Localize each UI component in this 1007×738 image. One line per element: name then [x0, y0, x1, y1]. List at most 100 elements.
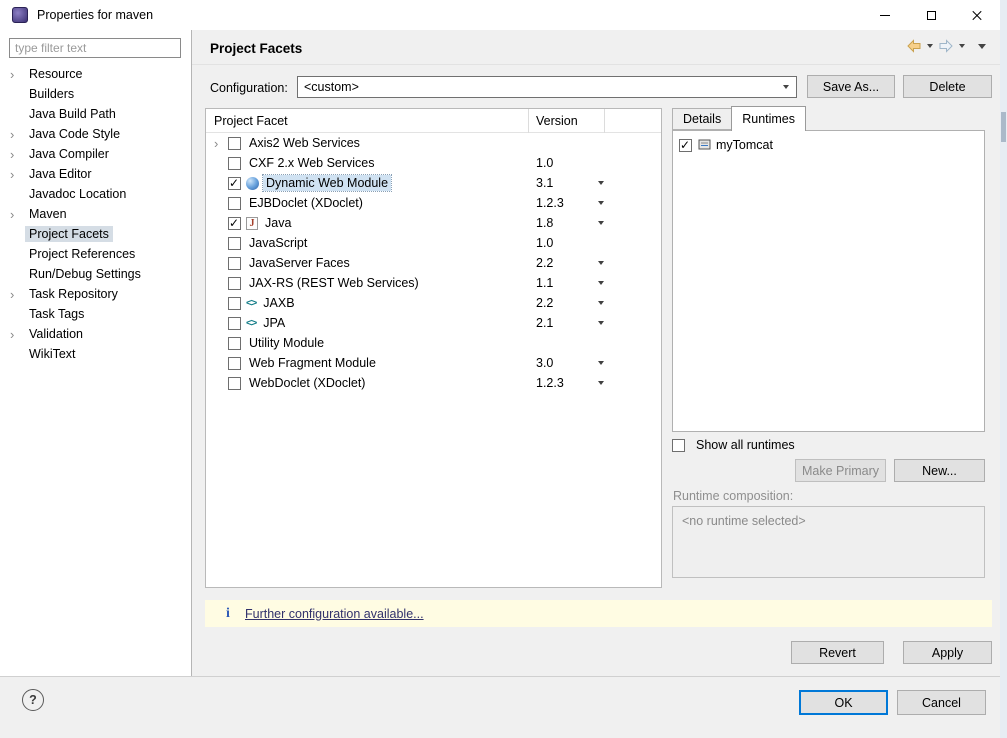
runtime-item-mytomcat[interactable]: myTomcat [673, 135, 984, 155]
no-runtime-selected-text: <no runtime selected> [682, 514, 806, 528]
column-header-version[interactable]: Version [536, 114, 578, 128]
forward-arrow-icon[interactable] [938, 39, 954, 53]
minimize-icon [880, 14, 890, 16]
tab-runtimes[interactable]: Runtimes [731, 106, 807, 131]
version-dropdown-icon[interactable] [598, 281, 604, 285]
chevron-right-icon[interactable]: › [10, 328, 25, 341]
minimize-button[interactable] [862, 0, 908, 30]
facet-checkbox[interactable] [228, 136, 241, 150]
show-all-runtimes[interactable]: Show all runtimes [672, 438, 795, 452]
facet-row-webdoclet[interactable]: WebDoclet (XDoclet) 1.2.3 [206, 373, 661, 393]
version-dropdown-icon[interactable] [598, 361, 604, 365]
column-header-project-facet[interactable]: Project Facet [214, 114, 288, 128]
sidebar-item-java-editor[interactable]: › Java Editor [0, 164, 190, 184]
version-dropdown-icon[interactable] [598, 181, 604, 185]
facet-row-axis2-web-services[interactable]: › Axis2 Web Services [206, 133, 661, 153]
sidebar-item-run-debug-settings[interactable]: Run/Debug Settings [0, 264, 190, 284]
facet-checkbox[interactable] [228, 296, 241, 310]
chevron-right-icon[interactable]: › [10, 128, 25, 141]
sidebar-item-task-repository[interactable]: › Task Repository [0, 284, 190, 304]
sidebar-item-javadoc-location[interactable]: Javadoc Location [0, 184, 190, 204]
version-dropdown-icon[interactable] [598, 261, 604, 265]
facet-version: 1.1 [536, 276, 554, 290]
facet-checkbox[interactable] [228, 276, 241, 290]
facet-checkbox[interactable] [228, 196, 241, 210]
show-all-runtimes-checkbox[interactable] [672, 438, 685, 452]
facet-row-ejbdoclet[interactable]: EJBDoclet (XDoclet) 1.2.3 [206, 193, 661, 213]
dialog-footer: OK Cancel [0, 676, 1000, 738]
new-runtime-button[interactable]: New... [894, 459, 985, 482]
chevron-right-icon[interactable]: › [10, 168, 25, 181]
sidebar-item-task-tags[interactable]: Task Tags [0, 304, 190, 324]
sidebar-item-java-compiler[interactable]: › Java Compiler [0, 144, 190, 164]
tab-details[interactable]: Details [672, 108, 733, 130]
facet-row-dynamic-web-module[interactable]: Dynamic Web Module 3.1 [206, 173, 661, 193]
chevron-right-icon[interactable]: › [10, 68, 25, 81]
maximize-icon [926, 10, 936, 20]
jpa-icon [246, 317, 256, 329]
sidebar-item-java-code-style[interactable]: › Java Code Style [0, 124, 190, 144]
sidebar-item-project-references[interactable]: Project References [0, 244, 190, 264]
facet-version: 1.2.3 [536, 196, 564, 210]
sidebar-item-validation[interactable]: › Validation [0, 324, 190, 344]
sidebar-item-wikitext[interactable]: WikiText [0, 344, 190, 364]
facet-row-jax-rs[interactable]: JAX-RS (REST Web Services) 1.1 [206, 273, 661, 293]
facet-row-javaserver-faces[interactable]: JavaServer Faces 2.2 [206, 253, 661, 273]
runtime-checkbox[interactable] [679, 138, 692, 152]
chevron-right-icon[interactable]: › [10, 148, 25, 161]
sidebar-item-maven[interactable]: › Maven [0, 204, 190, 224]
version-dropdown-icon[interactable] [598, 201, 604, 205]
ok-button[interactable]: OK [799, 690, 888, 715]
back-arrow-icon[interactable] [906, 39, 922, 53]
facet-checkbox[interactable] [228, 376, 241, 390]
maximize-button[interactable] [908, 0, 954, 30]
facet-row-cxf-web-services[interactable]: CXF 2.x Web Services 1.0 [206, 153, 661, 173]
apply-button[interactable]: Apply [903, 641, 992, 664]
facet-row-jpa[interactable]: JPA 2.1 [206, 313, 661, 333]
facet-row-javascript[interactable]: JavaScript 1.0 [206, 233, 661, 253]
info-icon [219, 606, 237, 622]
revert-button[interactable]: Revert [791, 641, 884, 664]
facet-checkbox[interactable] [228, 336, 241, 350]
configuration-select[interactable]: <custom> [297, 76, 797, 98]
runtime-list: myTomcat [672, 130, 985, 432]
sidebar-item-builders[interactable]: Builders [0, 84, 190, 104]
sidebar-item-java-build-path[interactable]: Java Build Path [0, 104, 190, 124]
facet-version: 3.0 [536, 356, 554, 370]
further-configuration-link[interactable]: Further configuration available... [245, 607, 424, 621]
sidebar-item-project-facets[interactable]: Project Facets [0, 224, 190, 244]
save-as-button[interactable]: Save As... [807, 75, 895, 98]
facet-checkbox[interactable] [228, 316, 241, 330]
facet-checkbox[interactable] [228, 156, 241, 170]
version-dropdown-icon[interactable] [598, 321, 604, 325]
make-primary-button[interactable]: Make Primary [795, 459, 886, 482]
facet-row-web-fragment-module[interactable]: Web Fragment Module 3.0 [206, 353, 661, 373]
facet-checkbox[interactable] [228, 176, 241, 190]
facet-row-jaxb[interactable]: JAXB 2.2 [206, 293, 661, 313]
back-history-dropdown-icon[interactable] [927, 44, 933, 48]
version-dropdown-icon[interactable] [598, 301, 604, 305]
view-menu-icon[interactable] [978, 43, 986, 49]
chevron-right-icon[interactable]: › [214, 137, 228, 150]
facet-row-java[interactable]: Java 1.8 [206, 213, 661, 233]
version-dropdown-icon[interactable] [598, 221, 604, 225]
facet-checkbox[interactable] [228, 256, 241, 270]
chevron-right-icon[interactable]: › [10, 288, 25, 301]
facet-checkbox[interactable] [228, 216, 241, 230]
version-dropdown-icon[interactable] [598, 381, 604, 385]
sidebar-item-label: Run/Debug Settings [29, 267, 141, 281]
close-button[interactable] [954, 0, 1000, 30]
facet-row-utility-module[interactable]: Utility Module [206, 333, 661, 353]
close-icon [971, 9, 983, 21]
main-panel: Project Facets Configuration: <custom> S… [192, 30, 1000, 676]
facet-checkbox[interactable] [228, 356, 241, 370]
delete-button[interactable]: Delete [903, 75, 992, 98]
cancel-button[interactable]: Cancel [897, 690, 986, 715]
forward-history-dropdown-icon[interactable] [959, 44, 965, 48]
help-icon[interactable] [22, 689, 44, 711]
sidebar-item-resource[interactable]: › Resource [0, 64, 190, 84]
facet-name: Utility Module [249, 336, 325, 350]
facet-checkbox[interactable] [228, 236, 241, 250]
filter-input[interactable] [9, 38, 181, 58]
chevron-right-icon[interactable]: › [10, 208, 25, 221]
